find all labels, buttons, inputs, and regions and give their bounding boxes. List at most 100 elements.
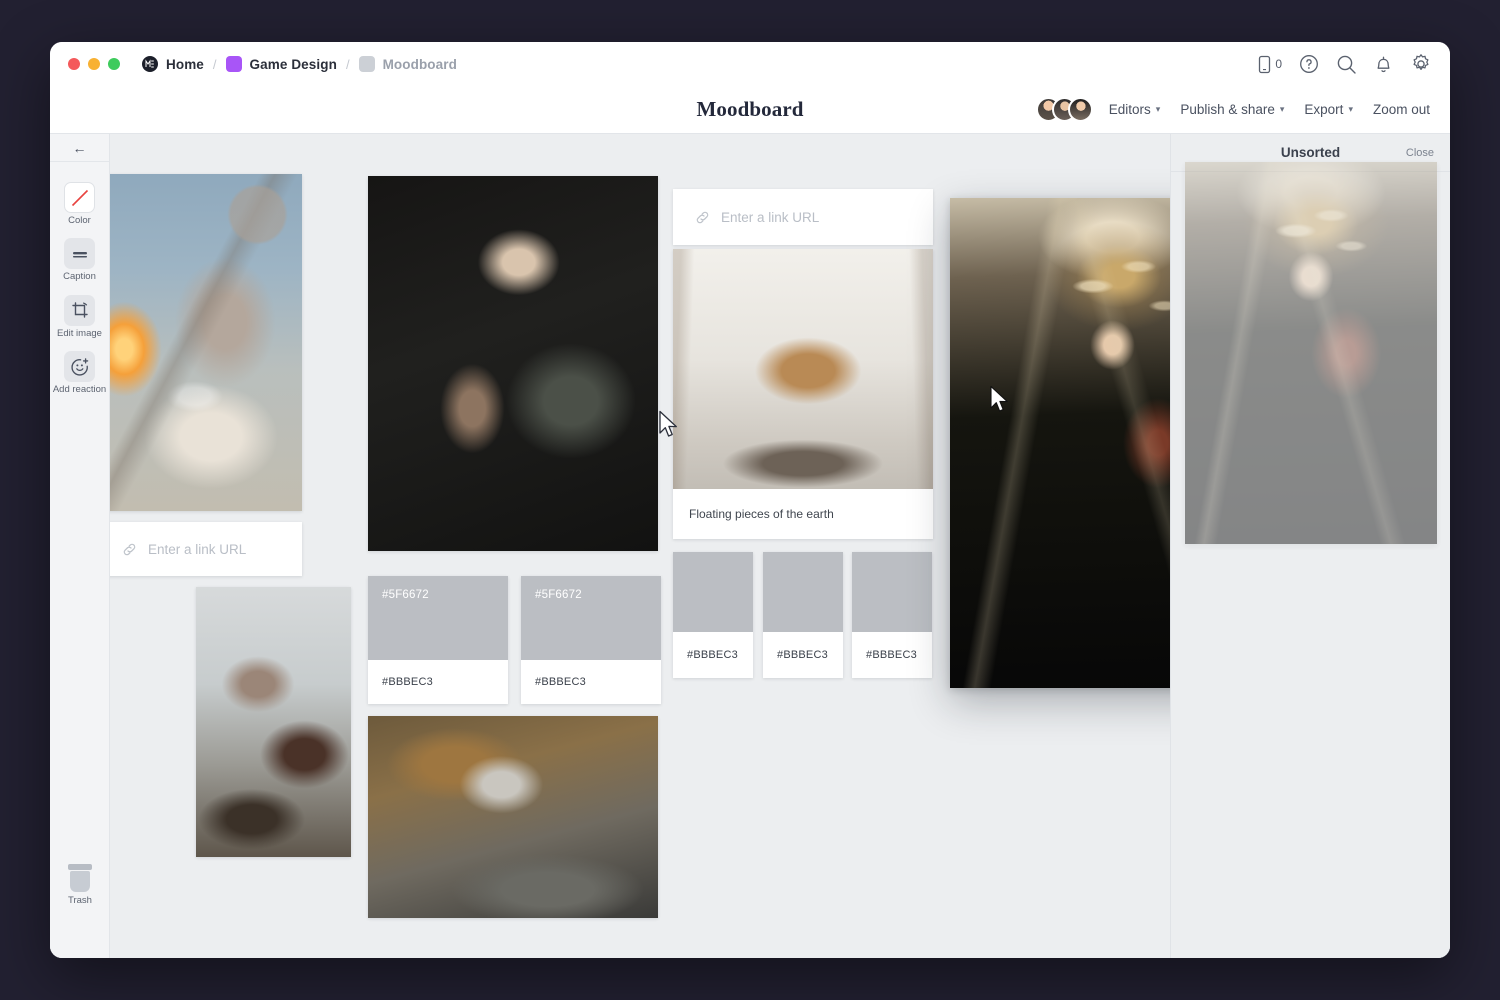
tool-color-label: Color: [68, 216, 91, 226]
card-dragon-figurehead[interactable]: [196, 587, 351, 857]
swatch-hex-label: #BBBEC3: [866, 649, 917, 661]
link-url-placeholder: Enter a link URL: [148, 542, 246, 557]
unsorted-warrior-photo: [1185, 162, 1437, 544]
dragged-warrior-photo: [950, 198, 1170, 688]
swatch-footer: #BBBEC3: [521, 660, 661, 704]
breadcrumb-label-game-design: Game Design: [250, 57, 337, 72]
editor-avatars[interactable]: [1036, 97, 1093, 122]
maximize-window-button[interactable]: [108, 58, 120, 70]
tool-edit-image-label: Edit image: [57, 329, 102, 339]
breadcrumb-item-home[interactable]: Home: [142, 56, 204, 72]
card-color-swatch-e[interactable]: #BBBEC3: [852, 552, 932, 678]
document-toolbar: Moodboard Editors ▾ Publish & share ▾ Ex…: [50, 86, 1450, 134]
unsorted-panel-close-button[interactable]: Close: [1406, 147, 1434, 159]
phone-icon: [1257, 55, 1272, 74]
tool-caption-label: Caption: [63, 272, 96, 282]
device-count: 0: [1275, 57, 1282, 71]
card-viking-helmet[interactable]: [368, 716, 658, 918]
viking-helmet-photo: [368, 716, 658, 918]
link-url-placeholder: Enter a link URL: [721, 210, 819, 225]
card-dragon-breathing-fire[interactable]: [110, 174, 302, 511]
editors-label: Editors: [1109, 102, 1151, 117]
document-toolbar-actions: Editors ▾ Publish & share ▾ Export ▾ Zoo…: [1036, 97, 1430, 122]
card-color-swatch-d[interactable]: #BBBEC3: [763, 552, 843, 678]
publish-share-button[interactable]: Publish & share ▾: [1180, 102, 1284, 117]
swatch-color-area: #5F6672: [521, 576, 661, 660]
editors-button[interactable]: Editors ▾: [1109, 102, 1161, 117]
purple-square-icon: [226, 56, 242, 72]
caption-lines-icon: [64, 238, 95, 269]
tool-color[interactable]: Color: [51, 182, 109, 226]
unsorted-warrior-photo-ghost[interactable]: [1185, 162, 1437, 544]
card-floating-rock[interactable]: Floating pieces of the earth: [673, 249, 933, 539]
search-icon[interactable]: [1336, 54, 1357, 75]
swatch-footer: #BBBEC3: [673, 632, 753, 678]
swatch-hex-label: #BBBEC3: [777, 649, 828, 661]
swatch-hex-label: #BBBEC3: [535, 676, 586, 688]
tool-edit-image[interactable]: Edit image: [51, 295, 109, 339]
gear-icon[interactable]: [1410, 53, 1432, 75]
card-caption-text: Floating pieces of the earth: [689, 507, 834, 521]
selection-tool-rail: ← Color Caption: [50, 134, 110, 958]
breadcrumb-item-moodboard[interactable]: Moodboard: [359, 56, 457, 72]
minimize-window-button[interactable]: [88, 58, 100, 70]
card-color-swatch-b[interactable]: #5F6672 #BBBEC3: [521, 576, 661, 704]
swatch-inner-hex-label: #5F6672: [535, 589, 582, 601]
swatch-color-area: #5F6672: [368, 576, 508, 660]
close-window-button[interactable]: [68, 58, 80, 70]
trash-button[interactable]: Trash: [50, 864, 110, 906]
trash-icon: [67, 864, 93, 892]
smiley-plus-icon: [64, 351, 95, 382]
chevron-down-icon: ▾: [1156, 104, 1161, 115]
export-button[interactable]: Export ▾: [1304, 102, 1353, 117]
card-link-url-left[interactable]: Enter a link URL: [110, 522, 302, 576]
swatch-color-area: [763, 552, 843, 632]
swatch-footer: #BBBEC3: [852, 632, 932, 678]
moodboard-canvas[interactable]: Enter a link URL #5F6672 #BBBEC3: [110, 134, 1170, 958]
swatch-footer: #BBBEC3: [763, 632, 843, 678]
card-color-swatch-c[interactable]: #BBBEC3: [673, 552, 753, 678]
dragon-figurehead-photo: [196, 587, 351, 857]
tool-add-reaction-label: Add reaction: [53, 385, 106, 395]
swatch-hex-label: #BBBEC3: [687, 649, 738, 661]
bell-icon[interactable]: [1374, 54, 1393, 74]
card-caption-bar[interactable]: Floating pieces of the earth: [673, 489, 933, 539]
gray-square-icon: [359, 56, 375, 72]
trash-label: Trash: [68, 896, 92, 906]
avatar: [1068, 97, 1093, 122]
device-preview-button[interactable]: 0: [1257, 55, 1282, 74]
workspace: ← Color Caption: [50, 134, 1450, 958]
breadcrumb-separator-2: /: [346, 57, 350, 72]
back-button[interactable]: ←: [50, 134, 109, 162]
card-man-carving[interactable]: [368, 176, 658, 551]
titlebar: Home / Game Design / Moodboard 0: [50, 42, 1450, 86]
breadcrumb: Home / Game Design / Moodboard: [142, 56, 457, 72]
breadcrumb-label-moodboard: Moodboard: [383, 57, 457, 72]
card-link-url-middle[interactable]: Enter a link URL: [673, 189, 933, 245]
zoom-out-button[interactable]: Zoom out: [1373, 102, 1430, 117]
tool-caption[interactable]: Caption: [51, 238, 109, 282]
man-carving-photo: [368, 176, 658, 551]
swatch-color-area: [852, 552, 932, 632]
back-arrow-icon: ←: [73, 140, 87, 156]
crop-icon: [64, 295, 95, 326]
chevron-down-icon: ▾: [1280, 104, 1285, 115]
chevron-down-icon: ▾: [1348, 104, 1353, 115]
unsorted-panel-title: Unsorted: [1281, 145, 1340, 160]
swatch-hex-label: #BBBEC3: [382, 676, 433, 688]
swatch-color-area: [673, 552, 753, 632]
swatch-inner-hex-label: #5F6672: [382, 589, 429, 601]
titlebar-actions: 0: [1257, 53, 1432, 75]
export-label: Export: [1304, 102, 1343, 117]
link-chain-icon: [695, 210, 710, 225]
card-dragged-warrior[interactable]: [950, 198, 1170, 688]
window-traffic-lights: [68, 58, 120, 70]
unsorted-panel: Unsorted Close: [1170, 134, 1450, 958]
tool-add-reaction[interactable]: Add reaction: [51, 351, 109, 395]
breadcrumb-label-home: Home: [166, 57, 204, 72]
breadcrumb-item-game-design[interactable]: Game Design: [226, 56, 337, 72]
card-color-swatch-a[interactable]: #5F6672 #BBBEC3: [368, 576, 508, 704]
publish-share-label: Publish & share: [1180, 102, 1275, 117]
breadcrumb-separator-1: /: [213, 57, 217, 72]
help-icon[interactable]: [1299, 54, 1319, 74]
